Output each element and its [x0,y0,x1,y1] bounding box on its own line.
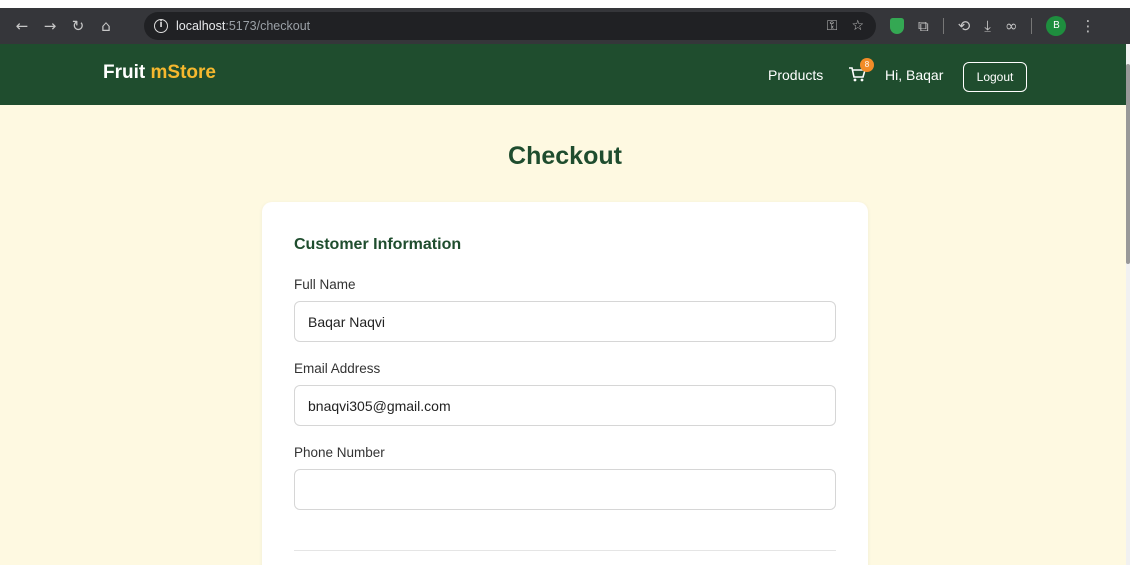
checkout-page: Checkout Customer Information Full Name … [0,105,1126,565]
logout-button[interactable]: Logout [963,62,1027,92]
back-icon[interactable]: ← [10,17,34,35]
browser-toolbar: ← → ↻ ⌂ i localhost:5173/checkout ⚿ ☆ ⧉ … [0,0,1130,44]
email-label: Email Address [294,361,381,376]
history-icon[interactable]: ⟲ [958,17,971,35]
password-key-icon[interactable]: ⚿ [827,18,838,34]
toolbar-divider [1031,18,1033,34]
bookmark-star-icon[interactable]: ☆ [851,18,864,34]
user-greeting: Hi, Baqar [885,67,944,83]
logo[interactable]: Fruit mStore [103,62,216,84]
shield-extension-icon[interactable] [890,18,904,34]
phone-input[interactable] [294,469,836,510]
page-title: Checkout [508,142,622,170]
forward-icon[interactable]: → [38,17,62,35]
page-scrollbar[interactable] [1126,44,1130,565]
email-input[interactable] [294,385,836,426]
cart-count-badge: 8 [860,58,874,72]
app-header: Fruit mStore Products 8 Hi, Baqar Logout [0,44,1126,105]
section-divider [294,550,836,551]
url-text: localhost:5173/checkout [176,19,311,33]
link-icon[interactable]: ∞ [1005,17,1018,35]
full-name-label: Full Name [294,277,356,292]
profile-avatar[interactable]: B [1046,16,1067,36]
puzzle-extensions-icon[interactable]: ⧉ [918,17,929,35]
nav-products-link[interactable]: Products [768,67,823,83]
download-icon[interactable]: ⤓ [984,17,991,35]
reload-icon[interactable]: ↻ [66,17,90,35]
toolbar-divider [942,18,944,34]
address-bar[interactable]: i localhost:5173/checkout ⚿ ☆ [144,12,876,40]
home-icon[interactable]: ⌂ [94,17,118,35]
info-icon[interactable]: i [154,19,168,33]
menu-dots-icon[interactable]: ⋮ [1080,17,1095,35]
scrollbar-thumb[interactable] [1126,64,1130,264]
full-name-input[interactable] [294,301,836,342]
phone-label: Phone Number [294,445,385,460]
checkout-form-card: Customer Information Full Name Email Add… [262,202,868,565]
section-title: Customer Information [294,236,462,253]
